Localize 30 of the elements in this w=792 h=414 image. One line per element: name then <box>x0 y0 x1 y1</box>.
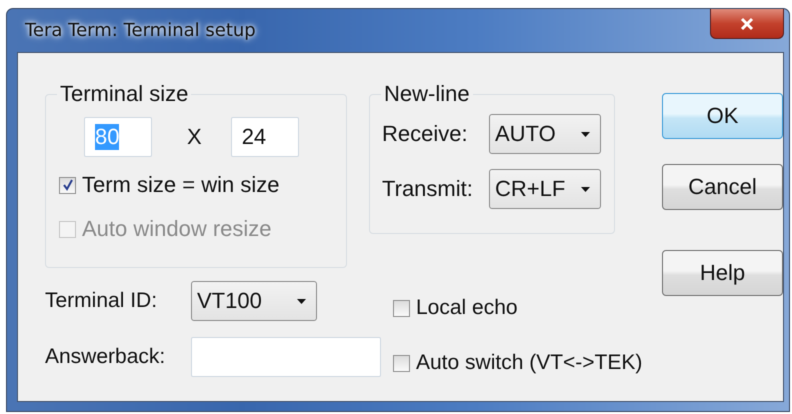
field-label: Transmit: <box>382 176 474 202</box>
checkbox-label: Term size = win size <box>82 172 280 198</box>
rows-value: 24 <box>242 124 266 150</box>
checkbox-label: Auto window resize <box>82 216 272 242</box>
dialog-button[interactable]: Cancel <box>662 164 783 210</box>
checkbox-label: Auto switch (VT<->TEK) <box>416 351 642 375</box>
checkbox[interactable] <box>393 354 410 372</box>
separator-label: X <box>187 124 202 150</box>
dialog-button[interactable]: Help <box>662 250 783 296</box>
field-label: Answerback: <box>45 345 166 369</box>
field-label: Terminal ID: <box>45 289 158 313</box>
dropdown[interactable]: VT100 <box>191 281 317 321</box>
checkbox[interactable] <box>59 176 76 194</box>
group-label: Terminal size <box>59 81 190 107</box>
close-button[interactable] <box>710 9 784 39</box>
columns-value: 80 <box>95 124 120 150</box>
dialog-button[interactable]: OK <box>662 93 783 139</box>
close-icon <box>739 16 755 30</box>
group-label: New-line <box>383 81 471 107</box>
dropdown[interactable]: AUTO <box>489 114 601 154</box>
rows-field[interactable]: 24 <box>230 117 299 157</box>
checkbox-label: Local echo <box>416 296 518 320</box>
caret-icon <box>297 298 306 304</box>
dropdown[interactable]: CR+LF <box>489 169 601 209</box>
caret-icon <box>581 132 590 136</box>
checkbox[interactable] <box>393 300 410 316</box>
field-label: Receive: <box>382 121 469 147</box>
window-title: Tera Term: Terminal setup <box>25 20 256 41</box>
answerback-field[interactable] <box>191 337 381 377</box>
caret-icon <box>581 186 590 192</box>
